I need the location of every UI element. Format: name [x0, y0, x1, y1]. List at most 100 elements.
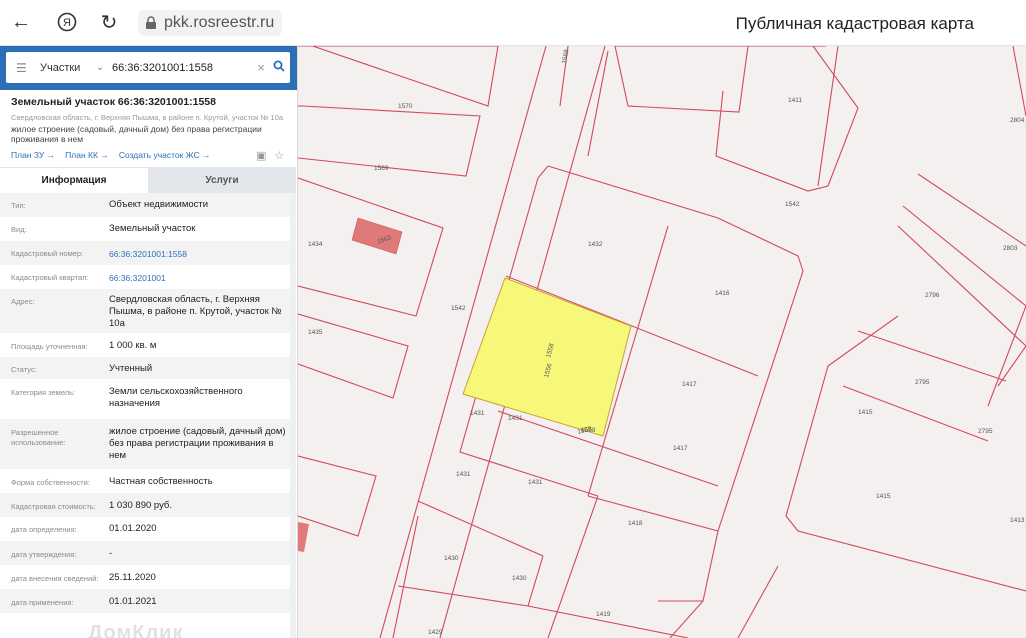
row-label: дата применения: [11, 598, 74, 607]
table-row: Адрес: Свердловская область, г. Верхняя … [0, 289, 290, 333]
table-row: Кадастровый номер: 66:36:3201001:1558 [0, 241, 290, 265]
parcel-label: 2796 [925, 292, 940, 299]
tab-bar: Информация Услуги [0, 167, 297, 193]
row-value: Свердловская область, г. Верхняя Пышма, … [109, 294, 282, 329]
row-label: Статус: [11, 365, 37, 374]
row-label: Кадастровый квартал: [11, 273, 89, 282]
parcel-label: 2803 [1003, 245, 1018, 252]
cadastral-quarter-link[interactable]: 66:36:3201001 [109, 272, 287, 284]
row-value: Объект недвижимости [109, 199, 209, 210]
menu-icon[interactable]: ☰ [16, 61, 27, 75]
panel-scrollbar[interactable] [290, 193, 296, 638]
parcel-label: 1431 [470, 410, 485, 417]
tab-info[interactable]: Информация [0, 167, 148, 193]
plan-kk-link[interactable]: План КК → [65, 150, 109, 160]
parcel-label: 1429 [428, 629, 443, 636]
info-panel: ☰ Участки ⌄ × Земельный участок 66:36:32… [0, 46, 298, 638]
table-row: Вид: Земельный участок [0, 217, 290, 241]
parcel-label: 1430 [512, 575, 527, 582]
row-label: дата внесения сведений: [11, 574, 99, 583]
parcel-label: 1569 [374, 165, 389, 172]
parcel-label: 2795 [915, 379, 930, 386]
table-row: дата внесения сведений: 25.11.2020 [0, 565, 290, 589]
object-links: План ЗУ → План КК → Создать участок ЖС → [11, 150, 211, 160]
map-canvas[interactable]: 156815701411280415691434 1563 143215422803… [298, 46, 1026, 638]
row-value: Частная собственность [109, 476, 213, 487]
search-input[interactable] [110, 55, 254, 80]
parcel-label: 1417 [673, 445, 688, 452]
row-value: Земли сельскохозяйственного назначения [109, 386, 243, 409]
row-value: - [109, 548, 113, 559]
object-title: Земельный участок 66:36:3201001:1558 [11, 96, 216, 108]
row-label: Кадастровый номер: [11, 249, 84, 258]
page-title: Публичная кадастровая карта [735, 14, 974, 33]
parcel-label: 1415 [858, 409, 873, 416]
cadastral-map[interactable]: 1568 1570 1411 2804 1569 1434 1563 1432 1542 2803… [298, 46, 1026, 638]
parcel-label: 1431 [528, 479, 543, 486]
cadastral-number-link[interactable]: 66:36:3201001:1558 [109, 248, 287, 260]
table-row: Категория земель: Земли сельскохозяйстве… [0, 379, 290, 419]
table-row: дата утверждения: - [0, 541, 290, 565]
table-row: Статус: Учтенный [0, 357, 290, 379]
search-bar: ☰ Участки ⌄ × [0, 46, 297, 90]
parcel-label: 1417 [682, 381, 697, 388]
row-value: Учтенный [109, 363, 153, 374]
clear-icon[interactable]: × [254, 60, 268, 75]
row-value: Земельный участок [109, 223, 196, 234]
chevron-down-icon[interactable]: ⌄ [96, 62, 110, 73]
create-parcel-link[interactable]: Создать участок ЖС → [119, 150, 211, 160]
building-edge [298, 522, 309, 552]
star-icon[interactable]: ☆ [274, 149, 284, 162]
row-label: Вид: [11, 225, 27, 234]
parcel-boundaries [298, 46, 1026, 638]
row-label: Форма собственности: [11, 478, 90, 487]
row-value: жилое строение (садовый, дачный дом) без… [109, 426, 286, 461]
row-label: Площадь уточненная: [11, 342, 88, 351]
parcel-label: 1568 [561, 49, 570, 65]
reload-icon[interactable]: ↻ [96, 9, 122, 35]
tab-services[interactable]: Услуги [148, 167, 296, 193]
parcel-label: 1431 [456, 471, 471, 478]
object-description: жилое строение (садовый, дачный дом) без… [11, 124, 262, 144]
row-label: Кадастровая стоимость: [11, 502, 96, 511]
search-mode-select[interactable]: Участки [40, 62, 96, 74]
parcel-label: 1432 [588, 241, 603, 248]
zoom-to-object-icon[interactable]: ▣ [256, 149, 266, 162]
search-icon[interactable] [268, 60, 290, 75]
parcel-label: 1431 [508, 415, 523, 422]
parcel-label: 1542 [451, 305, 466, 312]
table-row: Разрешенное использование: жилое строени… [0, 419, 290, 469]
parcel-label: 1542 [785, 201, 800, 208]
back-arrow-icon[interactable]: ← [8, 9, 34, 35]
parcel-label: 1570 [398, 103, 413, 110]
svg-text:Я: Я [63, 17, 71, 29]
row-value: 01.01.2021 [109, 596, 157, 607]
table-row: Форма собственности: Частная собственнос… [0, 469, 290, 493]
parcel-label: 1415 [876, 493, 891, 500]
watermark-text: ДомКлик [88, 622, 184, 638]
parcel-label: 2804 [1010, 117, 1025, 124]
parcel-label: 1411 [788, 97, 802, 104]
row-label: дата утверждения: [11, 550, 77, 559]
row-value: 1 000 кв. м [109, 340, 157, 351]
row-label: Разрешенное использование: [11, 428, 66, 447]
parcel-label: 1416 [715, 290, 730, 297]
object-tools: ▣ ☆ [256, 149, 284, 162]
row-value: 01.01.2020 [109, 523, 157, 534]
address-bar[interactable]: pkk.rosreestr.ru [138, 10, 283, 36]
row-value: 1 030 890 руб. [109, 500, 173, 511]
parcel-label: 1413 [1010, 517, 1025, 524]
parcel-label: 1430 [444, 555, 459, 562]
building-1563[interactable] [351, 217, 403, 255]
parcel-label: 1434 [308, 241, 323, 248]
row-label: Тип: [11, 201, 26, 210]
row-label: Адрес: [11, 297, 35, 306]
table-row: Кадастровая стоимость: 1 030 890 руб. [0, 493, 290, 517]
plan-zu-link[interactable]: План ЗУ → [11, 150, 55, 160]
parcel-label: 2795 [978, 428, 993, 435]
yandex-logo-icon[interactable]: Я [54, 9, 80, 35]
parcel-labels: 156815701411280415691434 1563 143215422803… [308, 49, 1025, 636]
parcel-label: 1558 [581, 427, 596, 434]
table-row: Тип: Объект недвижимости [0, 193, 290, 217]
lock-icon [146, 16, 156, 29]
